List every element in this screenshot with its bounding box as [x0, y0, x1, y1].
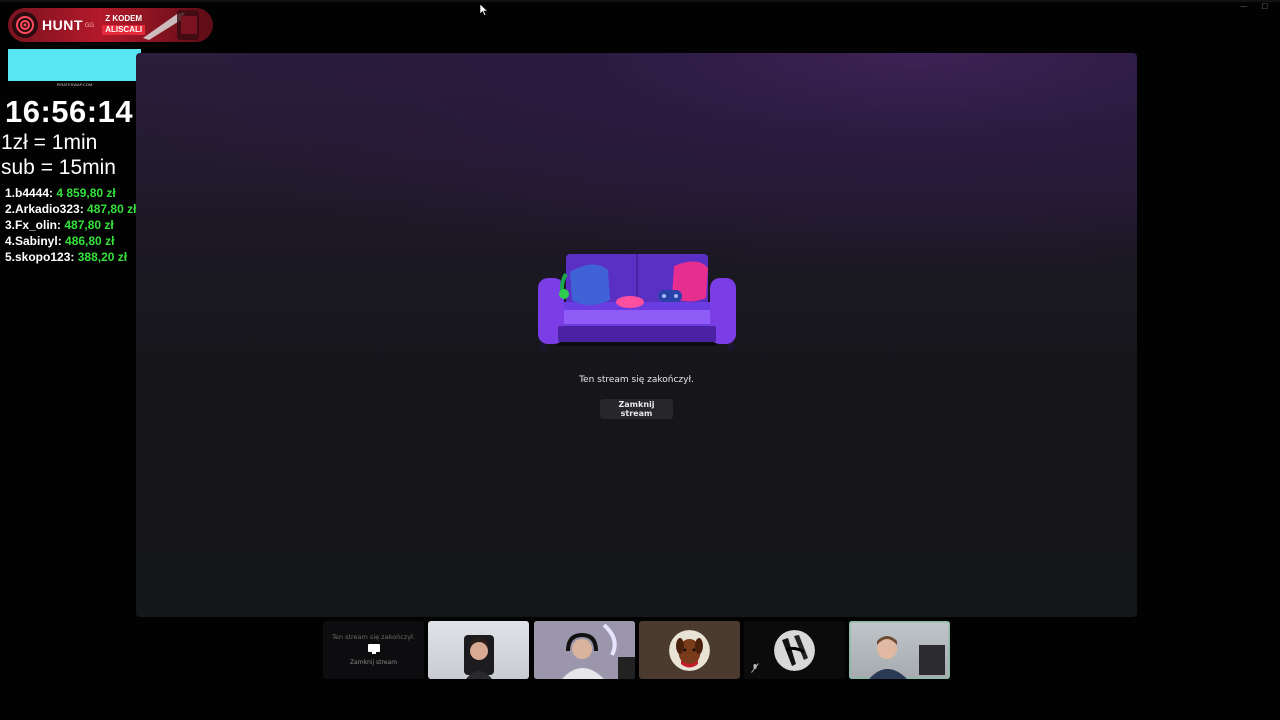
webcam-person-icon — [464, 635, 494, 679]
donor-name: 1.b4444: — [5, 186, 54, 200]
sponsor-ad-panel — [8, 49, 141, 81]
sponsor-brand: HUNT — [42, 17, 83, 33]
stream-viewer[interactable]: Ten stream się zakończył. Zamknij stream — [136, 53, 1137, 617]
donor-row: 2.Arkadio323: 487,80 zł — [5, 201, 136, 217]
donor-amount: 4 859,80 zł — [56, 186, 116, 200]
sponsor-banner: HUNT GG Z KODEM ALISCALI — [8, 8, 213, 42]
sketch-avatar-icon — [774, 630, 815, 671]
donor-row: 4.Sabinyl: 486,80 zł — [5, 233, 136, 249]
participant-tile-webcam[interactable] — [428, 621, 529, 679]
close-stream-button[interactable]: Zamknij stream — [600, 399, 673, 419]
screen-share-icon — [368, 644, 380, 654]
participant-tile-stream[interactable]: Ten stream się zakończył. Zamknij stream — [323, 621, 424, 679]
donor-name: 2.Arkadio323: — [5, 202, 84, 216]
empty-couch-icon — [538, 254, 736, 350]
donor-amount: 388,20 zł — [77, 250, 128, 264]
participant-tile-webcam-speaking[interactable] — [849, 621, 950, 679]
mouse-cursor-icon — [480, 4, 488, 16]
donor-row: 5.skopo123: 388,20 zł — [5, 249, 136, 265]
webcam-person-icon — [849, 621, 950, 679]
donor-amount: 487,80 zł — [64, 218, 114, 232]
donor-row: 3.Fx_olin: 487,80 zł — [5, 217, 136, 233]
donation-rate: 1zł = 1min — [1, 131, 98, 154]
webcam-person-icon — [534, 621, 635, 679]
participant-tile-webcam[interactable] — [534, 621, 635, 679]
donor-name: 4.Sabinyl: — [5, 234, 62, 248]
window-top-edge — [0, 0, 1280, 2]
sponsor-brand-suffix: GG — [84, 21, 95, 29]
sponsor-ad-caption: PIRATESWAP.COM — [56, 82, 93, 87]
muted-microphone-icon — [751, 663, 759, 673]
participant-tile-avatar[interactable] — [744, 621, 845, 679]
knife-graphic-icon — [143, 10, 199, 40]
mini-stream-ended-message: Ten stream się zakończył. — [332, 633, 415, 641]
donor-amount: 486,80 zł — [65, 234, 115, 248]
stream-ended-message: Ten stream się zakończył. — [579, 375, 694, 385]
top-donors-list: 1.b4444: 4 859,80 zł 2.Arkadio323: 487,8… — [5, 185, 136, 265]
hunt-logo-icon — [12, 12, 38, 38]
donor-row: 1.b4444: 4 859,80 zł — [5, 185, 136, 201]
donor-name: 5.skopo123: — [5, 250, 75, 264]
sub-rate: sub = 15min — [1, 156, 116, 179]
mini-close-stream-button[interactable]: Zamknij stream — [323, 659, 424, 666]
subathon-timer: 16:56:14 — [5, 94, 134, 129]
participant-tile-avatar[interactable] — [639, 621, 740, 679]
dog-avatar-icon — [669, 630, 710, 671]
donor-name: 3.Fx_olin: — [5, 218, 62, 232]
window-controls[interactable]: — □ — [1240, 2, 1274, 10]
donor-amount: 487,80 zł — [87, 202, 137, 216]
